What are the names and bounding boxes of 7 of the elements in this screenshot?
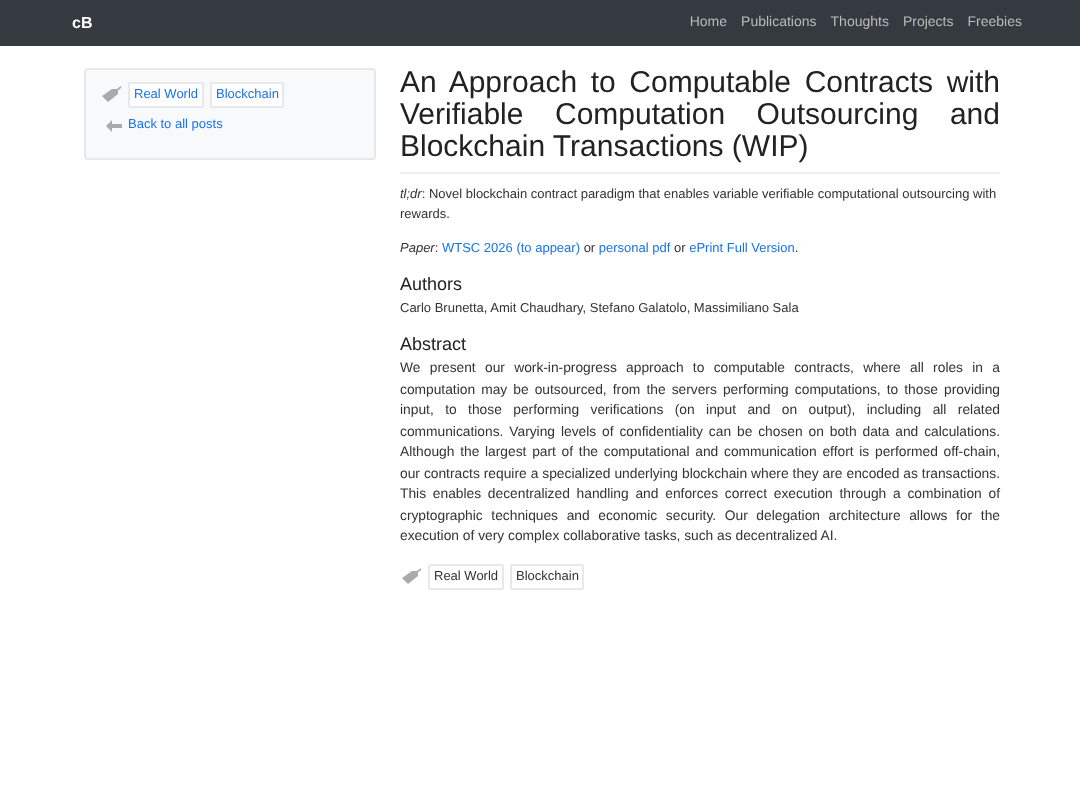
tag-icon [400, 567, 422, 585]
post-title: An Approach to Computable Contracts with Verifiable Computation Outsourcing and Blockchain Transactions (WIP) [400, 68, 1000, 164]
arrow-left-icon [106, 119, 122, 131]
brand-logo[interactable]: cB [72, 14, 93, 32]
abstract-heading: Abstract [400, 334, 469, 354]
authors-heading: Authors [400, 274, 465, 294]
tag-icon [100, 86, 122, 104]
